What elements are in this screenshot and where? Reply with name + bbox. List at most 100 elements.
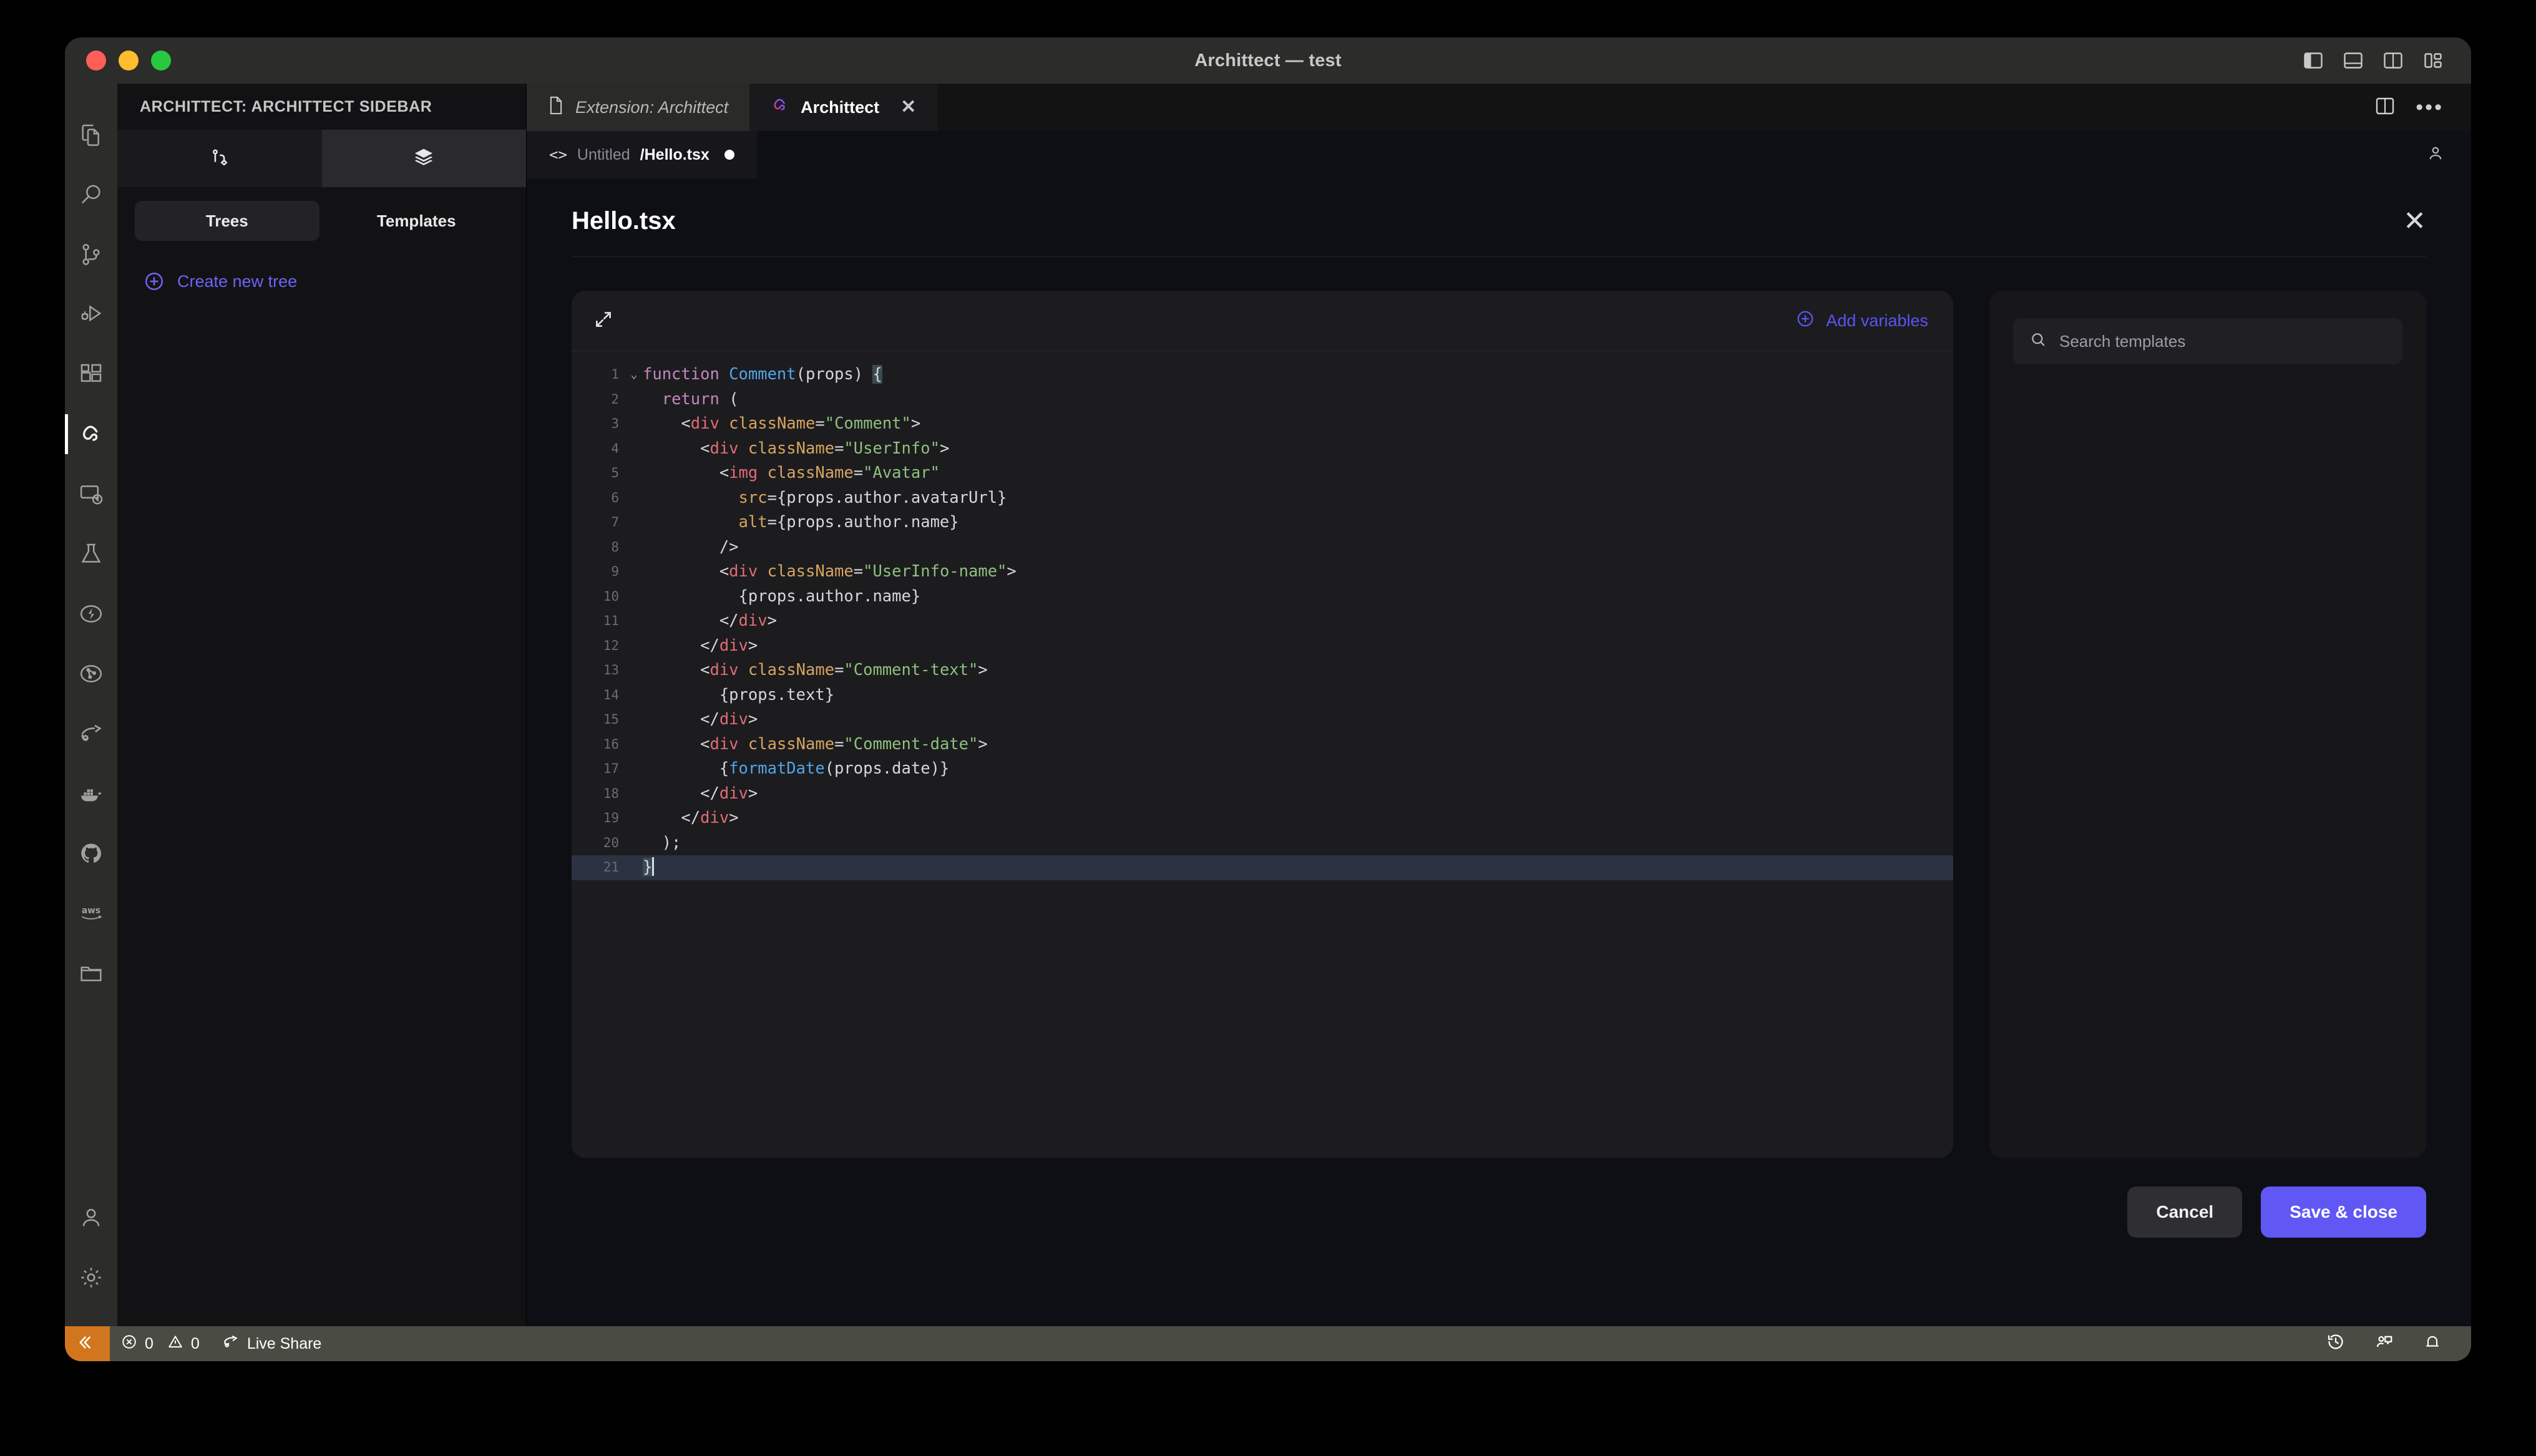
tab-archittect[interactable]: Archittect ✕ <box>749 84 938 131</box>
status-live-share[interactable]: Live Share <box>211 1326 333 1361</box>
code-line-text: </div> <box>643 636 758 655</box>
code-line[interactable]: 10 {props.author.name} <box>572 585 1953 609</box>
activity-item-docker[interactable] <box>65 764 117 823</box>
activity-item-accounts[interactable] <box>65 1188 117 1248</box>
code-line[interactable]: 3 <div className="Comment"> <box>572 412 1953 437</box>
code-line[interactable]: 1 ⌄ function Comment(props) { <box>572 362 1953 387</box>
code-line[interactable]: 14 {props.text} <box>572 683 1953 708</box>
code-line[interactable]: 16 <div className="Comment-date"> <box>572 732 1953 757</box>
account-icon <box>2426 144 2445 166</box>
activity-item-testing[interactable] <box>65 524 117 584</box>
sidebar-view-tree[interactable] <box>117 130 322 187</box>
code-editor[interactable]: 1 ⌄ function Comment(props) { 2 return (3 <… <box>572 351 1953 880</box>
sidebar-tab-trees[interactable]: Trees <box>135 201 319 241</box>
line-number: 15 <box>603 712 619 727</box>
breadcrumb: <> Untitled /Hello.tsx <box>527 131 2471 178</box>
plus-circle-icon <box>1796 309 1815 332</box>
code-line[interactable]: 15 </div> <box>572 707 1953 732</box>
sidebar-view-templates[interactable] <box>321 130 526 187</box>
code-line[interactable]: 6 src={props.author.avatarUrl} <box>572 486 1953 511</box>
status-problems[interactable]: 0 0 <box>110 1326 211 1361</box>
code-line[interactable]: 11 </div> <box>572 609 1953 634</box>
sidebar-tab-templates[interactable]: Templates <box>324 201 509 241</box>
code-line-text: <div className="Comment"> <box>643 414 921 433</box>
sidebar-view-switch <box>117 130 526 187</box>
ellipsis-icon[interactable]: ••• <box>2416 97 2444 118</box>
aws-icon: aws <box>77 904 105 923</box>
code-line[interactable]: 12 </div> <box>572 634 1953 659</box>
activity-item-live-share[interactable] <box>65 704 117 764</box>
bell-icon <box>2424 1333 2441 1355</box>
remote-indicator-button[interactable] <box>65 1326 110 1361</box>
feedback-icon <box>2375 1332 2394 1356</box>
error-circle-icon <box>121 1334 137 1354</box>
code-line[interactable]: 7 alt={props.author.name} <box>572 510 1953 535</box>
breadcrumb-file: /Hello.tsx <box>640 145 710 163</box>
code-line[interactable]: 17 {formatDate(props.date)} <box>572 757 1953 782</box>
add-variables-button[interactable]: Add variables <box>1796 309 1928 332</box>
split-editor-icon[interactable] <box>2376 97 2394 118</box>
text-caret <box>652 857 655 876</box>
live-share-icon <box>222 1334 240 1354</box>
activity-item-extensions[interactable] <box>65 344 117 404</box>
activity-item-settings[interactable] <box>65 1248 117 1308</box>
layout-controls <box>2304 52 2442 69</box>
notifications-button[interactable] <box>2412 1326 2452 1361</box>
code-line[interactable]: 18 </div> <box>572 782 1953 807</box>
code-line[interactable]: 2 return ( <box>572 387 1953 412</box>
folder-icon <box>79 961 104 986</box>
source-control-icon <box>79 242 104 267</box>
customize-layout-icon[interactable] <box>2424 52 2442 69</box>
panel-close-icon[interactable]: ✕ <box>2403 207 2426 235</box>
panel-footer-actions: Cancel Save & close <box>564 1158 2434 1238</box>
code-line[interactable]: 4 <div className="UserInfo"> <box>572 437 1953 462</box>
search-templates-input[interactable]: Search templates <box>2013 318 2402 364</box>
line-number: 21 <box>603 860 619 875</box>
activity-item-github[interactable] <box>65 823 117 883</box>
code-brackets-icon: <> <box>549 146 567 163</box>
timeline-button[interactable] <box>2315 1326 2356 1361</box>
activity-item-explorer[interactable] <box>65 105 117 165</box>
fold-toggle-icon[interactable]: ⌄ <box>625 362 643 387</box>
code-line-text: <div className="Comment-date"> <box>643 734 988 754</box>
activity-item-remote-explorer[interactable] <box>65 464 117 524</box>
code-editor-card: Add variables 1 ⌄ function Comment(props) … <box>572 291 1953 1158</box>
line-number: 1 <box>611 367 619 382</box>
dirty-indicator-icon <box>724 150 734 160</box>
cancel-button[interactable]: Cancel <box>2127 1187 2243 1238</box>
code-line[interactable]: 13 <div className="Comment-text"> <box>572 658 1953 683</box>
toggle-primary-sidebar-icon[interactable] <box>2304 52 2323 69</box>
activity-item-archittect[interactable] <box>65 404 117 464</box>
save-and-close-button[interactable]: Save & close <box>2261 1187 2426 1238</box>
toggle-secondary-sidebar-icon[interactable] <box>2384 52 2402 69</box>
code-line[interactable]: 21} <box>572 855 1953 880</box>
editor-tab-actions: ••• <box>2376 84 2471 131</box>
activity-item-aws-toolkit[interactable]: aws <box>65 883 117 943</box>
breadcrumb-account[interactable] <box>2426 144 2471 166</box>
status-error-count: 0 <box>145 1334 154 1352</box>
activity-item-source-control[interactable] <box>65 225 117 284</box>
code-line[interactable]: 5 <img className="Avatar" <box>572 461 1953 486</box>
activity-item-run-and-debug[interactable] <box>65 284 117 344</box>
activity-item-graph[interactable] <box>65 644 117 704</box>
close-icon[interactable]: ✕ <box>900 98 916 117</box>
window-titlebar: Archittect — test <box>65 37 2471 84</box>
tab-extension-archittect[interactable]: Extension: Archittect <box>527 84 750 131</box>
toggle-panel-icon[interactable] <box>2344 52 2363 69</box>
code-line[interactable]: 8 /> <box>572 535 1953 560</box>
code-line[interactable]: 9 <div className="UserInfo-name"> <box>572 560 1953 585</box>
line-number: 19 <box>603 810 619 825</box>
code-line-text: {formatDate(props.date)} <box>643 759 950 778</box>
activity-item-file-manager[interactable] <box>65 943 117 1003</box>
activity-item-thunder-client[interactable] <box>65 584 117 644</box>
feedback-button[interactable] <box>2364 1326 2405 1361</box>
code-line[interactable]: 20 ); <box>572 831 1953 856</box>
breadcrumb-path[interactable]: <> Untitled /Hello.tsx <box>527 131 757 178</box>
code-line[interactable]: 19 </div> <box>572 806 1953 831</box>
editor-area: Extension: Archittect Archittect ✕ ••• <… <box>527 84 2471 1326</box>
expand-arrows-icon[interactable] <box>594 310 613 332</box>
cancel-button-label: Cancel <box>2156 1202 2214 1221</box>
create-new-tree-button[interactable]: Create new tree <box>117 241 526 292</box>
activity-item-search[interactable] <box>65 165 117 225</box>
code-line-text: function Comment(props) { <box>643 365 882 384</box>
